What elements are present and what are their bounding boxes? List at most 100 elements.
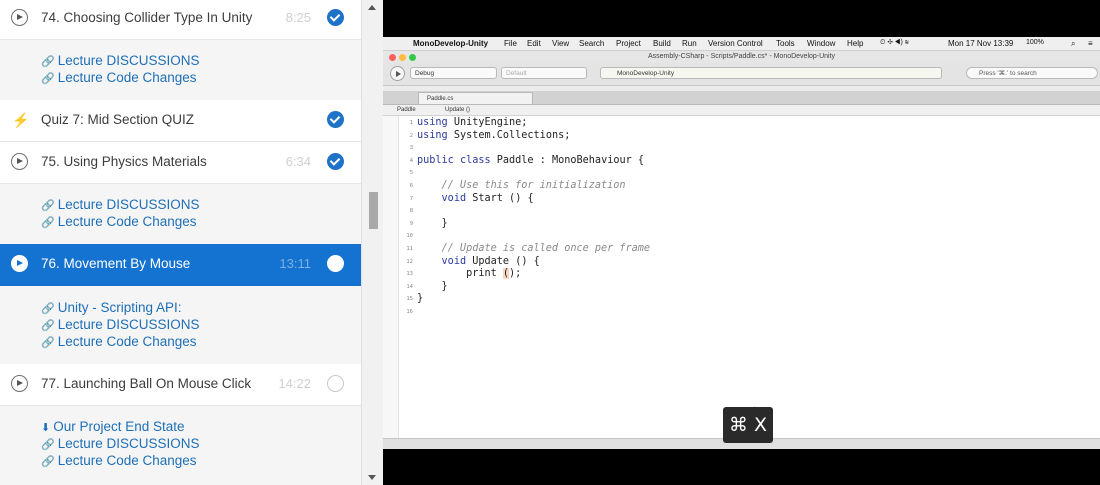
lecture-77-resources: ⬇ Our Project End State 🔗 Lecture DISCUSSI…: [0, 406, 361, 485]
scroll-down-arrow-icon[interactable]: [368, 475, 376, 480]
menubar-battery: 100%: [1026, 39, 1044, 46]
line-number: 15: [406, 296, 413, 303]
resource-link[interactable]: 🔗 Lecture Code Changes: [41, 70, 197, 85]
link-icon: 🔗: [41, 303, 55, 315]
code-line: void Start () {: [441, 192, 534, 204]
course-curriculum: 74. Choosing Collider Type In Unity 8:25…: [0, 0, 361, 485]
list-icon: ≡: [1088, 39, 1093, 48]
mac-menubar: MonoDevelop-Unity File Edit View Search …: [383, 37, 1100, 51]
link-icon: 🔗: [41, 456, 55, 468]
line-number: 10: [406, 233, 413, 240]
menu-build: Build: [653, 39, 671, 48]
line-number: 4: [409, 157, 413, 164]
lecture-74[interactable]: 74. Choosing Collider Type In Unity 8:25: [0, 0, 361, 40]
line-number: 8: [409, 208, 413, 215]
link-icon: 🔗: [41, 320, 55, 332]
lecture-title: Quiz 7: Mid Section QUIZ: [41, 112, 195, 127]
lecture-duration: 13:11: [279, 256, 311, 271]
resource-link[interactable]: 🔗 Unity - Scripting API:: [41, 300, 182, 315]
line-number: 1: [409, 120, 413, 126]
menu-window: Window: [807, 39, 836, 48]
menubar-app-name: MonoDevelop-Unity: [413, 39, 489, 48]
lecture-77[interactable]: 77. Launching Ball On Mouse Click 14:22: [0, 364, 361, 406]
resource-link[interactable]: 🔗 Lecture Code Changes: [41, 334, 197, 349]
line-number: 12: [406, 258, 413, 265]
line-number: 14: [406, 283, 413, 290]
lecture-duration: 8:25: [285, 10, 311, 25]
link-icon: 🔗: [41, 439, 55, 451]
bolt-icon: ⚡: [12, 112, 30, 128]
lecture-74-resources: 🔗 Lecture DISCUSSIONS 🔗 Lecture Code Chang…: [0, 40, 361, 100]
menu-file: File: [504, 39, 517, 48]
config-select: Debug: [410, 67, 497, 79]
play-circle-icon: [11, 255, 28, 272]
scroll-up-arrow-icon[interactable]: [368, 5, 376, 10]
link-icon: 🔗: [41, 200, 55, 212]
play-circle-icon: [11, 153, 28, 170]
line-number: 3: [409, 145, 413, 152]
lecture-75[interactable]: 75. Using Physics Materials 6:34: [0, 142, 361, 184]
tab-paddle-cs: Paddle.cs: [418, 92, 533, 104]
zoom-dot-icon: [409, 54, 416, 61]
window-titlebar: Assembly-CSharp - Scripts/Paddle.cs* - M…: [383, 51, 1100, 63]
lecture-title: 77. Launching Ball On Mouse Click: [41, 376, 252, 391]
completed-check-icon[interactable]: [327, 153, 344, 170]
close-dot-icon: [389, 54, 396, 61]
resource-link[interactable]: 🔗 Lecture DISCUSSIONS: [41, 436, 200, 451]
resource-link[interactable]: 🔗 Lecture DISCUSSIONS: [41, 53, 200, 68]
ide-search-field: Press '⌘.' to search: [966, 67, 1098, 79]
screencast-monodevelop-window: MonoDevelop-Unity File Edit View Search …: [383, 37, 1100, 449]
spotlight-icon: ⌕: [1071, 39, 1076, 48]
video-player[interactable]: MonoDevelop-Unity File Edit View Search …: [383, 0, 1100, 485]
download-icon: ⬇: [41, 422, 51, 434]
path-method: Update (): [445, 107, 471, 113]
line-number: 5: [409, 170, 413, 177]
resource-link[interactable]: 🔗 Lecture Code Changes: [41, 453, 197, 468]
menu-search: Search: [579, 39, 605, 48]
ide-status-field: MonoDevelop-Unity: [600, 67, 942, 79]
lecture-76-current[interactable]: 76. Movement By Mouse 13:11: [0, 244, 361, 286]
resource-link[interactable]: 🔗 Lecture DISCUSSIONS: [41, 317, 200, 332]
run-button: [390, 66, 405, 81]
code-line: using System.Collections;: [417, 129, 571, 141]
completed-check-icon[interactable]: [327, 9, 344, 26]
lecture-duration: 6:34: [285, 154, 311, 169]
code-line: }: [441, 217, 448, 229]
resource-link[interactable]: 🔗 Lecture DISCUSSIONS: [41, 197, 200, 212]
code-line: using UnityEngine;: [417, 117, 528, 128]
link-icon: 🔗: [41, 337, 55, 349]
code-line: }: [441, 280, 448, 292]
menu-run: Run: [682, 39, 697, 48]
completed-check-icon[interactable]: [327, 111, 344, 128]
quiz-7[interactable]: ⚡ Quiz 7: Mid Section QUIZ: [0, 100, 361, 142]
lecture-title: 76. Movement By Mouse: [41, 256, 191, 271]
lecture-title: 74. Choosing Collider Type In Unity: [41, 10, 253, 25]
menubar-clock: Mon 17 Nov 13:39: [948, 39, 1014, 48]
minimize-dot-icon: [399, 54, 406, 61]
menu-edit: Edit: [527, 39, 541, 48]
menu-project: Project: [616, 39, 641, 48]
resource-link[interactable]: ⬇ Our Project End State: [41, 419, 185, 434]
code-line: // Use this for initialization: [417, 180, 626, 191]
keyboard-shortcut-overlay: ⌘ X: [723, 407, 773, 443]
line-number: 2: [409, 132, 413, 139]
link-icon: 🔗: [41, 56, 55, 68]
progress-circle-icon[interactable]: [327, 255, 344, 272]
ide-toolbar: Debug Default MonoDevelop-Unity Press '⌘…: [383, 63, 1100, 86]
lecture-75-resources: 🔗 Lecture DISCUSSIONS 🔗 Lecture Code Chang…: [0, 184, 361, 244]
curriculum-scrollbar[interactable]: [361, 0, 383, 485]
resource-link[interactable]: 🔗 Lecture Code Changes: [41, 214, 197, 229]
platform-select: Default: [501, 67, 587, 79]
line-number: 16: [406, 309, 413, 315]
progress-circle-icon[interactable]: [327, 375, 344, 392]
code-line: // Update is called once per frame: [417, 243, 651, 254]
menu-tools: Tools: [776, 39, 795, 48]
line-number: 11: [406, 246, 413, 252]
line-number: 6: [409, 183, 413, 189]
link-icon: 🔗: [41, 217, 55, 229]
lecture-title: 75. Using Physics Materials: [41, 154, 207, 169]
path-class: Paddle: [397, 107, 416, 113]
menu-view: View: [552, 39, 570, 48]
scrollbar-thumb[interactable]: [369, 192, 378, 229]
editor-tabbar: Paddle.cs: [383, 91, 1100, 105]
